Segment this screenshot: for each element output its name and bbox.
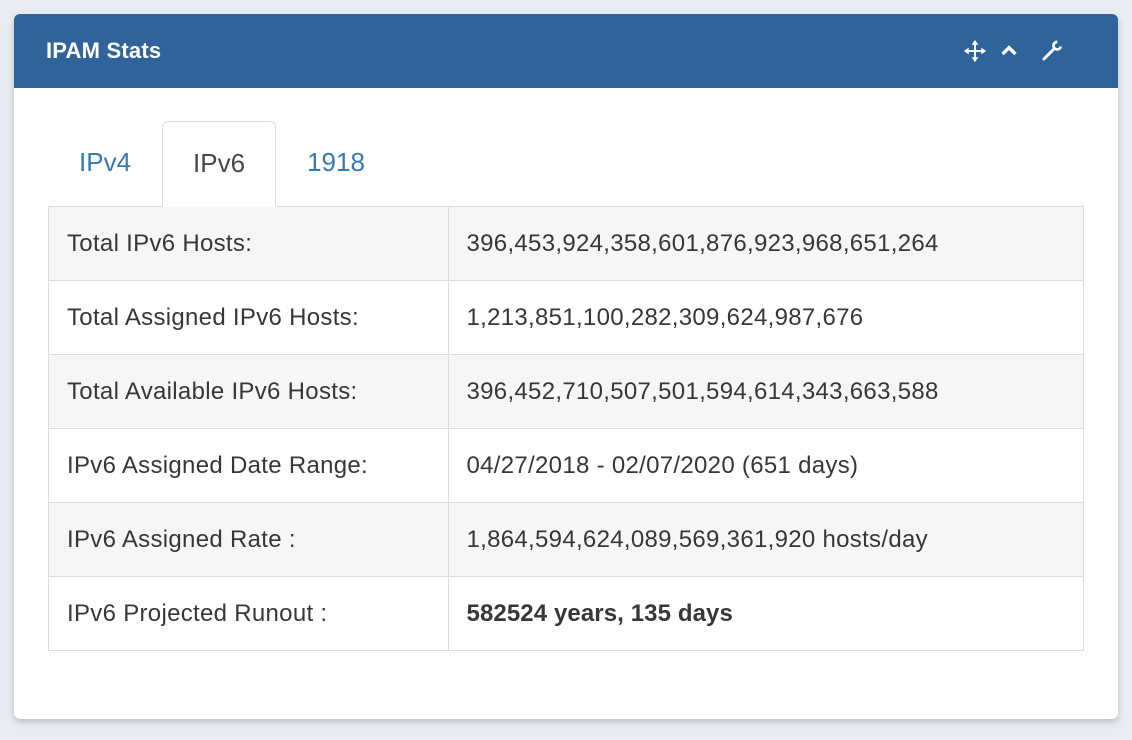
table-row: Total Available IPv6 Hosts: 396,452,710,… [49, 355, 1084, 429]
widget-title: IPAM Stats [46, 38, 161, 64]
stat-value: 04/27/2018 - 02/07/2020 (651 days) [448, 429, 1084, 503]
table-row: Total IPv6 Hosts: 396,453,924,358,601,87… [49, 207, 1084, 281]
widget-body: IPv4 IPv6 1918 Total IPv6 Hosts: 396,453… [14, 88, 1118, 651]
table-row: IPv6 Assigned Rate : 1,864,594,624,089,5… [49, 503, 1084, 577]
stat-value: 1,864,594,624,089,569,361,920 hosts/day [448, 503, 1084, 577]
stat-value: 1,213,851,100,282,309,624,987,676 [448, 281, 1084, 355]
stat-value: 396,453,924,358,601,876,923,968,651,264 [448, 207, 1084, 281]
stat-label: Total Available IPv6 Hosts: [49, 355, 449, 429]
wrench-icon[interactable] [1040, 39, 1064, 63]
stats-tabs: IPv4 IPv6 1918 [48, 120, 1084, 206]
tab-ipv6[interactable]: IPv6 [162, 121, 276, 207]
widget-header: IPAM Stats [14, 14, 1118, 88]
move-icon[interactable] [963, 39, 987, 63]
stat-value: 582524 years, 135 days [448, 577, 1084, 651]
stat-label: IPv6 Assigned Rate : [49, 503, 449, 577]
table-row: IPv6 Projected Runout : 582524 years, 13… [49, 577, 1084, 651]
stat-label: Total IPv6 Hosts: [49, 207, 449, 281]
stat-value: 396,452,710,507,501,594,614,343,663,588 [448, 355, 1084, 429]
stat-label: IPv6 Projected Runout : [49, 577, 449, 651]
tab-1918[interactable]: 1918 [276, 120, 396, 206]
stat-label: IPv6 Assigned Date Range: [49, 429, 449, 503]
ipam-stats-widget: IPAM Stats [14, 14, 1118, 719]
stat-label: Total Assigned IPv6 Hosts: [49, 281, 449, 355]
widget-controls [963, 39, 1064, 63]
table-row: Total Assigned IPv6 Hosts: 1,213,851,100… [49, 281, 1084, 355]
tab-ipv4[interactable]: IPv4 [48, 120, 162, 206]
table-row: IPv6 Assigned Date Range: 04/27/2018 - 0… [49, 429, 1084, 503]
chevron-up-icon[interactable] [999, 41, 1019, 61]
ipv6-stats-table: Total IPv6 Hosts: 396,453,924,358,601,87… [48, 206, 1084, 651]
